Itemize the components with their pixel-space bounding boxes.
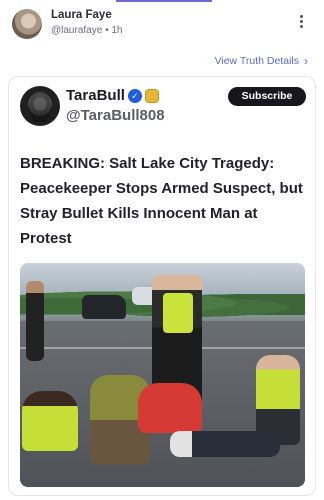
account-name-row: TaraBull ✓ bbox=[66, 87, 159, 104]
post-headline: BREAKING: Salt Lake City Tragedy: Peacek… bbox=[20, 155, 303, 247]
author-name[interactable]: Laura Faye bbox=[51, 9, 112, 21]
news-photo[interactable] bbox=[20, 263, 305, 487]
subscribe-button[interactable]: Subscribe bbox=[228, 87, 306, 106]
gold-badge-icon bbox=[144, 88, 159, 103]
author-meta: @laurafaye • 1h bbox=[51, 25, 123, 36]
kebab-menu-icon[interactable] bbox=[296, 15, 306, 33]
photo-safety-vest bbox=[163, 293, 193, 333]
photo-bystander bbox=[26, 281, 44, 361]
meta-separator: • bbox=[105, 25, 109, 36]
quoted-post-card[interactable]: TaraBull ✓ @TaraBull808 Subscribe BREAKI… bbox=[8, 76, 316, 496]
tarabull-avatar[interactable] bbox=[20, 86, 60, 126]
photo-responder-left bbox=[22, 391, 78, 451]
photo-red-shirt-responder bbox=[138, 383, 202, 433]
photo-victim bbox=[170, 431, 280, 457]
details-label: View Truth Details bbox=[214, 55, 299, 67]
author-handle[interactable]: @laurafaye bbox=[51, 25, 102, 36]
top-accent-bar bbox=[116, 0, 212, 2]
author-avatar[interactable] bbox=[12, 9, 42, 39]
post-header: Laura Faye @laurafaye • 1h bbox=[0, 6, 324, 42]
view-truth-details-link[interactable]: View Truth Details › bbox=[215, 55, 308, 67]
chevron-right-icon: › bbox=[304, 54, 308, 68]
account-name[interactable]: TaraBull bbox=[66, 87, 125, 104]
photo-car bbox=[82, 295, 126, 319]
post-time: 1h bbox=[111, 25, 123, 36]
verified-check-icon: ✓ bbox=[127, 88, 142, 103]
account-handle[interactable]: @TaraBull808 bbox=[66, 107, 165, 124]
